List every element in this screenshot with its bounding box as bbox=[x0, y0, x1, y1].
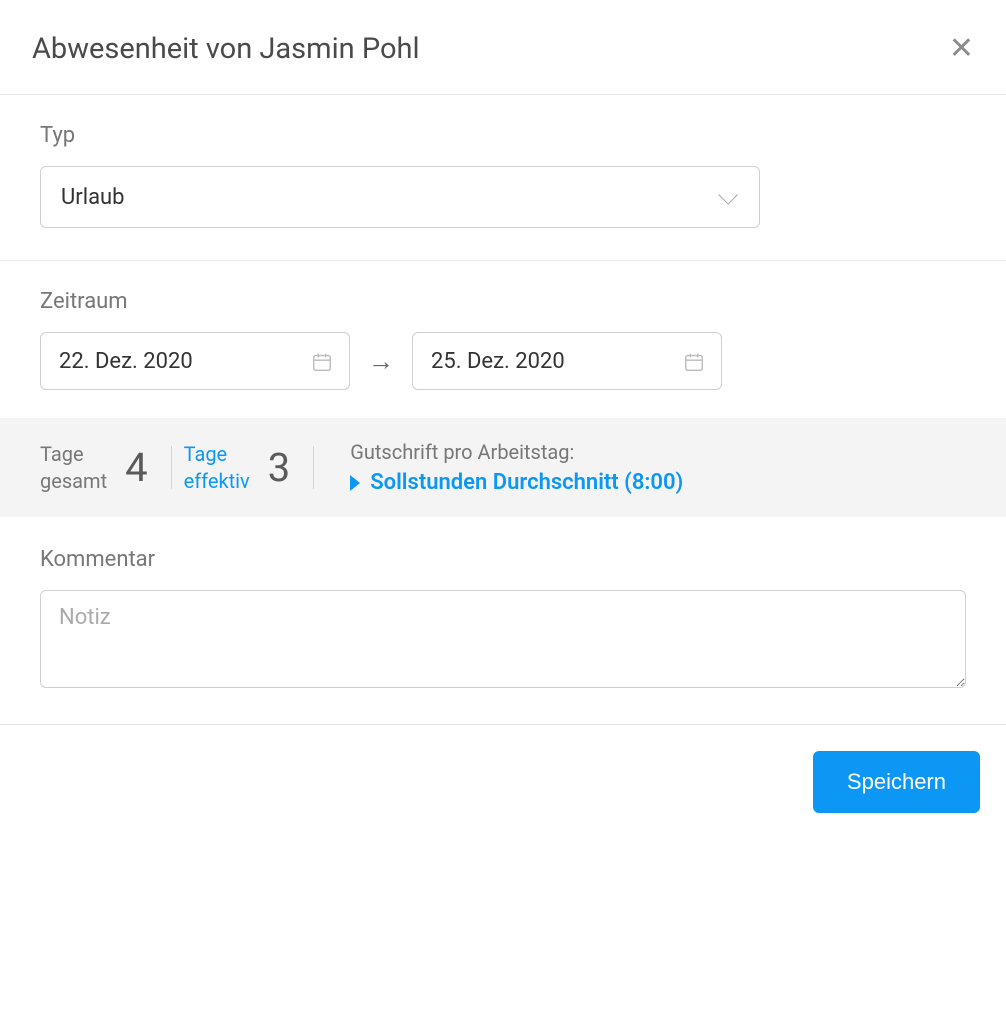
type-select[interactable]: Urlaub bbox=[40, 166, 760, 228]
date-range-row: 22. Dez. 2020 → 25. Dez. 2020 bbox=[40, 332, 966, 390]
days-effective-group: Tageeffektiv 3 bbox=[184, 441, 327, 495]
save-button[interactable]: Speichern bbox=[813, 751, 980, 813]
credit-group: Gutschrift pro Arbeitstag: Sollstunden D… bbox=[326, 440, 683, 495]
calendar-icon bbox=[311, 351, 331, 371]
modal-footer: Speichern bbox=[0, 724, 1006, 839]
chevron-down-icon bbox=[718, 185, 738, 205]
start-date-value: 22. Dez. 2020 bbox=[59, 349, 193, 374]
absence-modal: Abwesenheit von Jasmin Pohl ✕ Typ Urlaub… bbox=[0, 0, 1006, 839]
type-section: Typ Urlaub bbox=[0, 95, 1006, 261]
days-total-label: Tagegesamt bbox=[40, 441, 107, 495]
days-effective-value: 3 bbox=[268, 444, 290, 491]
type-label: Typ bbox=[40, 123, 966, 148]
calendar-icon bbox=[683, 351, 703, 371]
type-select-value: Urlaub bbox=[61, 185, 125, 210]
comment-textarea[interactable] bbox=[40, 590, 966, 688]
days-effective-label[interactable]: Tageeffektiv bbox=[184, 441, 250, 495]
start-date-input[interactable]: 22. Dez. 2020 bbox=[40, 332, 350, 390]
modal-title: Abwesenheit von Jasmin Pohl bbox=[32, 32, 420, 66]
triangle-right-icon bbox=[350, 475, 360, 491]
days-total-value: 4 bbox=[125, 444, 147, 491]
modal-header: Abwesenheit von Jasmin Pohl ✕ bbox=[0, 0, 1006, 95]
period-label: Zeitraum bbox=[40, 289, 966, 314]
close-icon[interactable]: ✕ bbox=[949, 34, 974, 64]
credit-label: Gutschrift pro Arbeitstag: bbox=[350, 440, 683, 464]
credit-link-text: Sollstunden Durchschnitt (8:00) bbox=[370, 470, 683, 495]
comment-section: Kommentar bbox=[0, 517, 1006, 724]
period-section: Zeitraum 22. Dez. 2020 → 25. Dez. 2020 bbox=[0, 261, 1006, 418]
credit-link[interactable]: Sollstunden Durchschnitt (8:00) bbox=[350, 470, 683, 495]
summary-row: Tagegesamt 4 Tageeffektiv 3 Gutschrift p… bbox=[0, 418, 1006, 517]
end-date-value: 25. Dez. 2020 bbox=[431, 349, 565, 374]
arrow-right-icon: → bbox=[368, 346, 394, 377]
days-total-group: Tagegesamt 4 bbox=[40, 441, 184, 495]
comment-label: Kommentar bbox=[40, 547, 966, 572]
end-date-input[interactable]: 25. Dez. 2020 bbox=[412, 332, 722, 390]
